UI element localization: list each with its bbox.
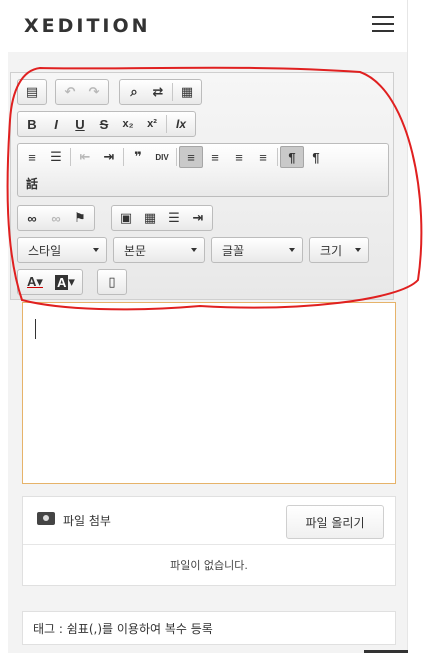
horizontal-line-icon[interactable]: ☰: [162, 207, 186, 229]
separator: [172, 83, 173, 101]
toolbar-group-undo: ↶ ↷: [55, 79, 109, 105]
chevron-down-icon: [289, 248, 295, 252]
toolbar-group-insert: ▣ ▦ ☰ ⇥: [111, 205, 213, 231]
toolbar-group-basic: B I U S x₂ x² Ix: [17, 111, 196, 137]
toolbar-group-find: ⌕ ⇄ ▦: [119, 79, 202, 105]
text-caret: [35, 319, 36, 339]
toolbar-group-paragraph: ≡ ☰ ⇤ ⇥ ❞ DIV ≡ ≡ ≡ ≡ ¶ ¶ 話: [17, 143, 389, 197]
header: XEDITION: [8, 0, 408, 52]
font-select[interactable]: 글꼴: [211, 237, 303, 263]
unlink-icon[interactable]: ∞: [44, 207, 68, 229]
text-color-icon[interactable]: A▾: [20, 271, 50, 293]
indent-icon[interactable]: ⇥: [97, 146, 121, 168]
chevron-down-icon: [355, 248, 361, 252]
toolbar-group-colors: A▾ A ▾: [17, 269, 83, 295]
outdent-icon[interactable]: ⇤: [73, 146, 97, 168]
separator: [277, 148, 278, 166]
editor-toolbar: ▤ ↶ ↷ ⌕ ⇄ ▦ B I U S x₂ x² Ix ≡ ☰ ⇤ ⇥ ❞ D…: [10, 72, 394, 300]
align-right-icon[interactable]: ≡: [227, 146, 251, 168]
source-icon[interactable]: ▤: [20, 81, 44, 103]
style-select-label: 스타일: [28, 243, 62, 258]
bulleted-list-icon[interactable]: ☰: [44, 146, 68, 168]
separator: [123, 148, 124, 166]
size-select-label: 크기: [320, 243, 343, 258]
font-select-label: 글꼴: [222, 243, 245, 258]
camera-icon: [37, 512, 55, 525]
file-attachment-header: 파일 첨부 파일 올리기: [23, 497, 395, 545]
style-select[interactable]: 스타일: [17, 237, 107, 263]
replace-icon[interactable]: ⇄: [146, 81, 170, 103]
ltr-icon[interactable]: ¶: [280, 146, 304, 168]
remove-format-icon[interactable]: Ix: [169, 113, 193, 135]
bg-color-icon[interactable]: A ▾: [50, 271, 80, 293]
file-attachment-title: 파일 첨부: [63, 514, 111, 528]
rtl-icon[interactable]: ¶: [304, 146, 328, 168]
no-files-message: 파일이 없습니다.: [170, 559, 248, 572]
toolbar-group-document: ▤: [17, 79, 47, 105]
upload-file-button[interactable]: 파일 올리기: [286, 505, 384, 539]
format-select[interactable]: 본문: [113, 237, 205, 263]
tags-input[interactable]: 태그 : 쉼표(,)를 이용하여 복수 등록: [22, 611, 396, 645]
link-icon[interactable]: ∞: [20, 207, 44, 229]
separator: [70, 148, 71, 166]
paste-icon[interactable]: ▦: [175, 81, 199, 103]
undo-icon[interactable]: ↶: [58, 81, 82, 103]
separator: [176, 148, 177, 166]
chevron-down-icon: [93, 248, 99, 252]
file-attachment-box: 파일 첨부 파일 올리기 파일이 없습니다.: [22, 496, 396, 586]
toolbar-group-links: ∞ ∞ ⚑: [17, 205, 95, 231]
maximize-icon[interactable]: ▯: [100, 271, 124, 293]
align-left-icon[interactable]: ≡: [179, 146, 203, 168]
table-icon[interactable]: ▦: [138, 207, 162, 229]
toolbar-group-tools: ▯: [97, 269, 127, 295]
subscript-icon[interactable]: x₂: [116, 113, 140, 135]
numbered-list-icon[interactable]: ≡: [20, 146, 44, 168]
logo[interactable]: XEDITION: [24, 15, 151, 37]
chevron-down-icon: [191, 248, 197, 252]
anchor-icon[interactable]: ⚑: [68, 207, 92, 229]
div-icon[interactable]: DIV: [150, 146, 174, 168]
strike-icon[interactable]: S: [92, 113, 116, 135]
editor-content-area[interactable]: [22, 302, 396, 484]
bold-icon[interactable]: B: [20, 113, 44, 135]
format-select-label: 본문: [124, 243, 147, 258]
hamburger-icon[interactable]: [372, 16, 394, 34]
image-icon[interactable]: ▣: [114, 207, 138, 229]
italic-icon[interactable]: I: [44, 113, 68, 135]
size-select[interactable]: 크기: [309, 237, 369, 263]
align-center-icon[interactable]: ≡: [203, 146, 227, 168]
page-break-icon[interactable]: ⇥: [186, 207, 210, 229]
blockquote-icon[interactable]: ❞: [126, 146, 150, 168]
underline-icon[interactable]: U: [68, 113, 92, 135]
superscript-icon[interactable]: x²: [140, 113, 164, 135]
justify-icon[interactable]: ≡: [251, 146, 275, 168]
redo-icon[interactable]: ↷: [82, 81, 106, 103]
language-icon[interactable]: 話: [20, 172, 44, 194]
find-icon[interactable]: ⌕: [122, 81, 146, 103]
separator: [166, 115, 167, 133]
